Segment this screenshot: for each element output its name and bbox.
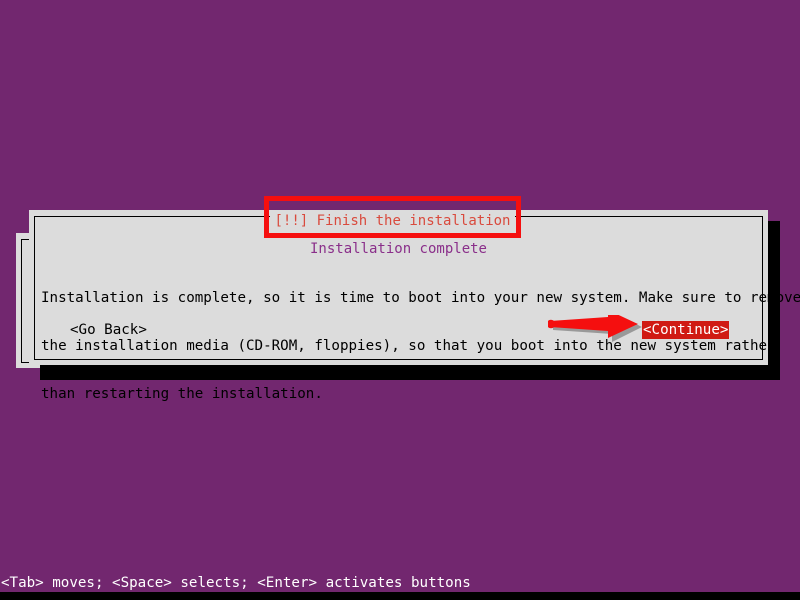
go-back-button[interactable]: <Go Back> [69, 321, 148, 339]
body-line: the installation media (CD-ROM, floppies… [41, 338, 776, 354]
dialog-title-bar: [!!] Finish the installation [270, 210, 515, 232]
dialog-body-text: Installation is complete, so it is time … [41, 258, 800, 434]
keyboard-help-bar: <Tab> moves; <Space> selects; <Enter> ac… [1, 575, 471, 591]
dialog-title: [!!] Finish the installation [274, 213, 511, 229]
continue-button[interactable]: <Continue> [642, 321, 730, 339]
bottom-black-strip [0, 592, 800, 600]
installer-screen: [!!] Finish the installation Installatio… [0, 0, 800, 600]
body-line: than restarting the installation. [41, 386, 323, 402]
body-line: Installation is complete, so it is time … [41, 290, 800, 306]
dialog-subtitle: Installation complete [309, 241, 487, 257]
